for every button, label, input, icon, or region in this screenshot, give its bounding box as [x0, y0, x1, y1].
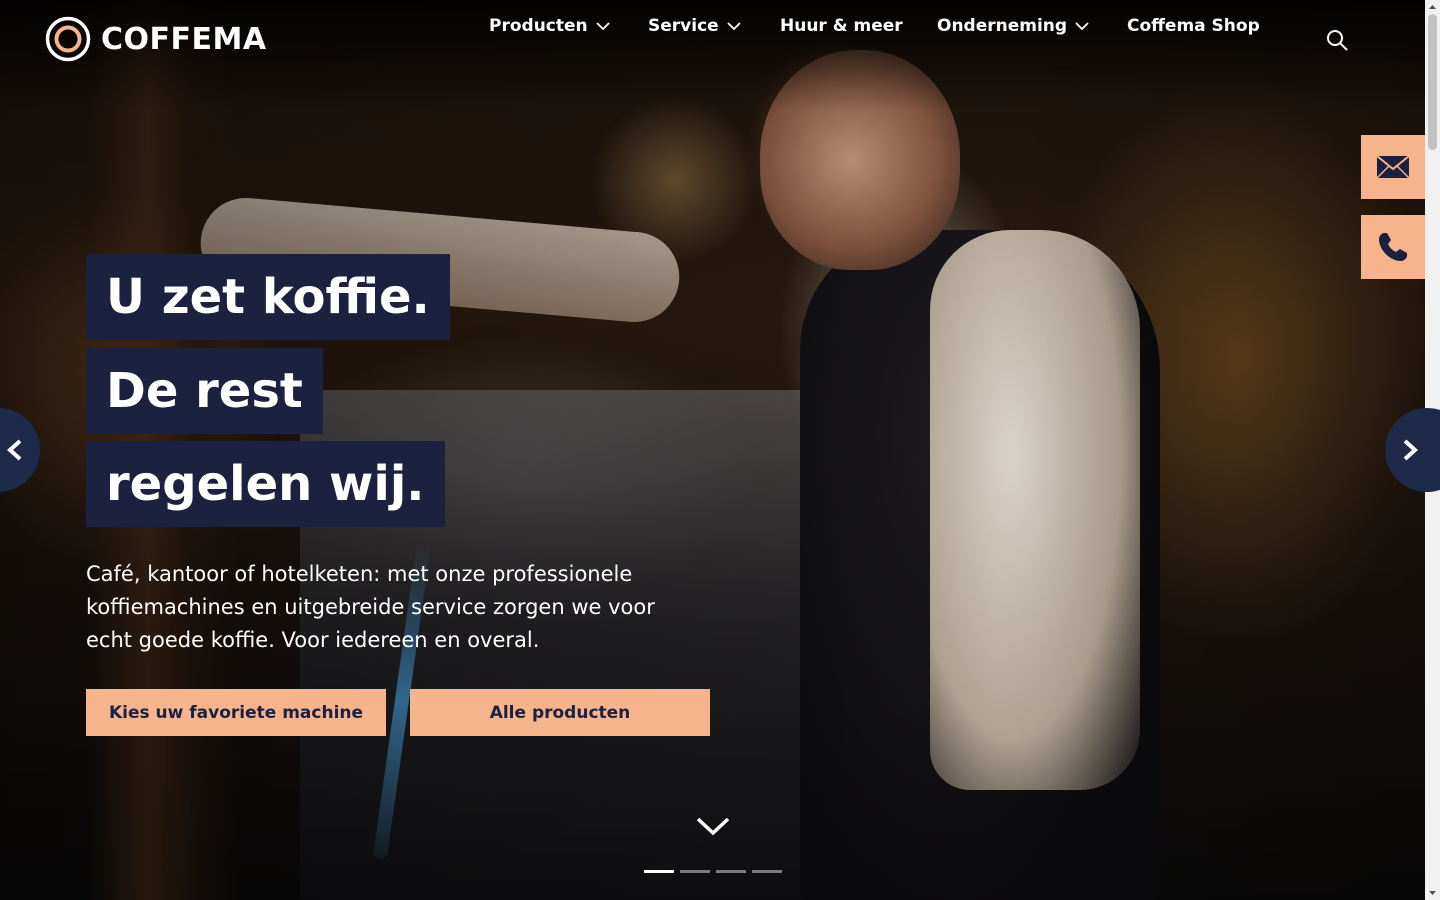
nav-item-shop[interactable]: Coffema Shop — [1127, 16, 1260, 36]
nav-label: Onderneming — [937, 16, 1068, 36]
search-icon[interactable] — [1325, 28, 1349, 52]
cta-favorite-machine-button[interactable]: Kies uw favoriete machine — [86, 689, 386, 736]
phone-button[interactable] — [1361, 215, 1425, 279]
brand-name: COFFEMA — [101, 21, 267, 57]
chevron-left-icon — [7, 439, 22, 461]
carousel-dot-4[interactable] — [752, 870, 782, 873]
chevron-right-icon — [1403, 439, 1418, 461]
nav-label: Producten — [489, 16, 588, 36]
nav-item-huur[interactable]: Huur & meer — [780, 16, 903, 36]
nav-item-producten[interactable]: Producten — [489, 16, 610, 36]
hero-intro: Café, kantoor of hotelketen: met onze pr… — [86, 562, 655, 652]
carousel-dot-1[interactable] — [644, 870, 674, 873]
site-header: COFFEMA Producten Service Huur & meer On… — [0, 0, 1425, 78]
nav-item-onderneming[interactable]: Onderneming — [937, 16, 1089, 36]
nav-item-service[interactable]: Service — [648, 16, 741, 36]
chevron-down-icon — [727, 22, 741, 31]
nav-label: Huur & meer — [780, 16, 903, 36]
cta-all-products-button[interactable]: Alle producten — [410, 689, 710, 736]
chevron-down-icon — [596, 22, 610, 31]
chevron-down-icon — [1075, 22, 1089, 31]
logo[interactable]: COFFEMA — [45, 16, 267, 62]
carousel-dot-2[interactable] — [680, 870, 710, 873]
headline-line-1: U zet koffie. — [86, 254, 450, 340]
carousel-dot-3[interactable] — [716, 870, 746, 873]
nav-label: Service — [648, 16, 719, 36]
scroll-up-icon[interactable] — [1428, 3, 1437, 12]
phone-icon — [1379, 233, 1407, 261]
scroll-down-icon[interactable] — [1428, 888, 1437, 897]
scrollbar-thumb[interactable] — [1428, 14, 1437, 150]
carousel-indicators — [644, 870, 782, 873]
scroll-down-chevron-icon[interactable] — [696, 814, 730, 838]
nav-label: Coffema Shop — [1127, 16, 1260, 36]
headline-line-3: regelen wij. — [86, 441, 445, 527]
headline-line-2: De rest — [86, 348, 323, 434]
email-button[interactable] — [1361, 135, 1425, 199]
coffema-logo-icon — [45, 16, 91, 62]
mail-icon — [1376, 155, 1410, 179]
